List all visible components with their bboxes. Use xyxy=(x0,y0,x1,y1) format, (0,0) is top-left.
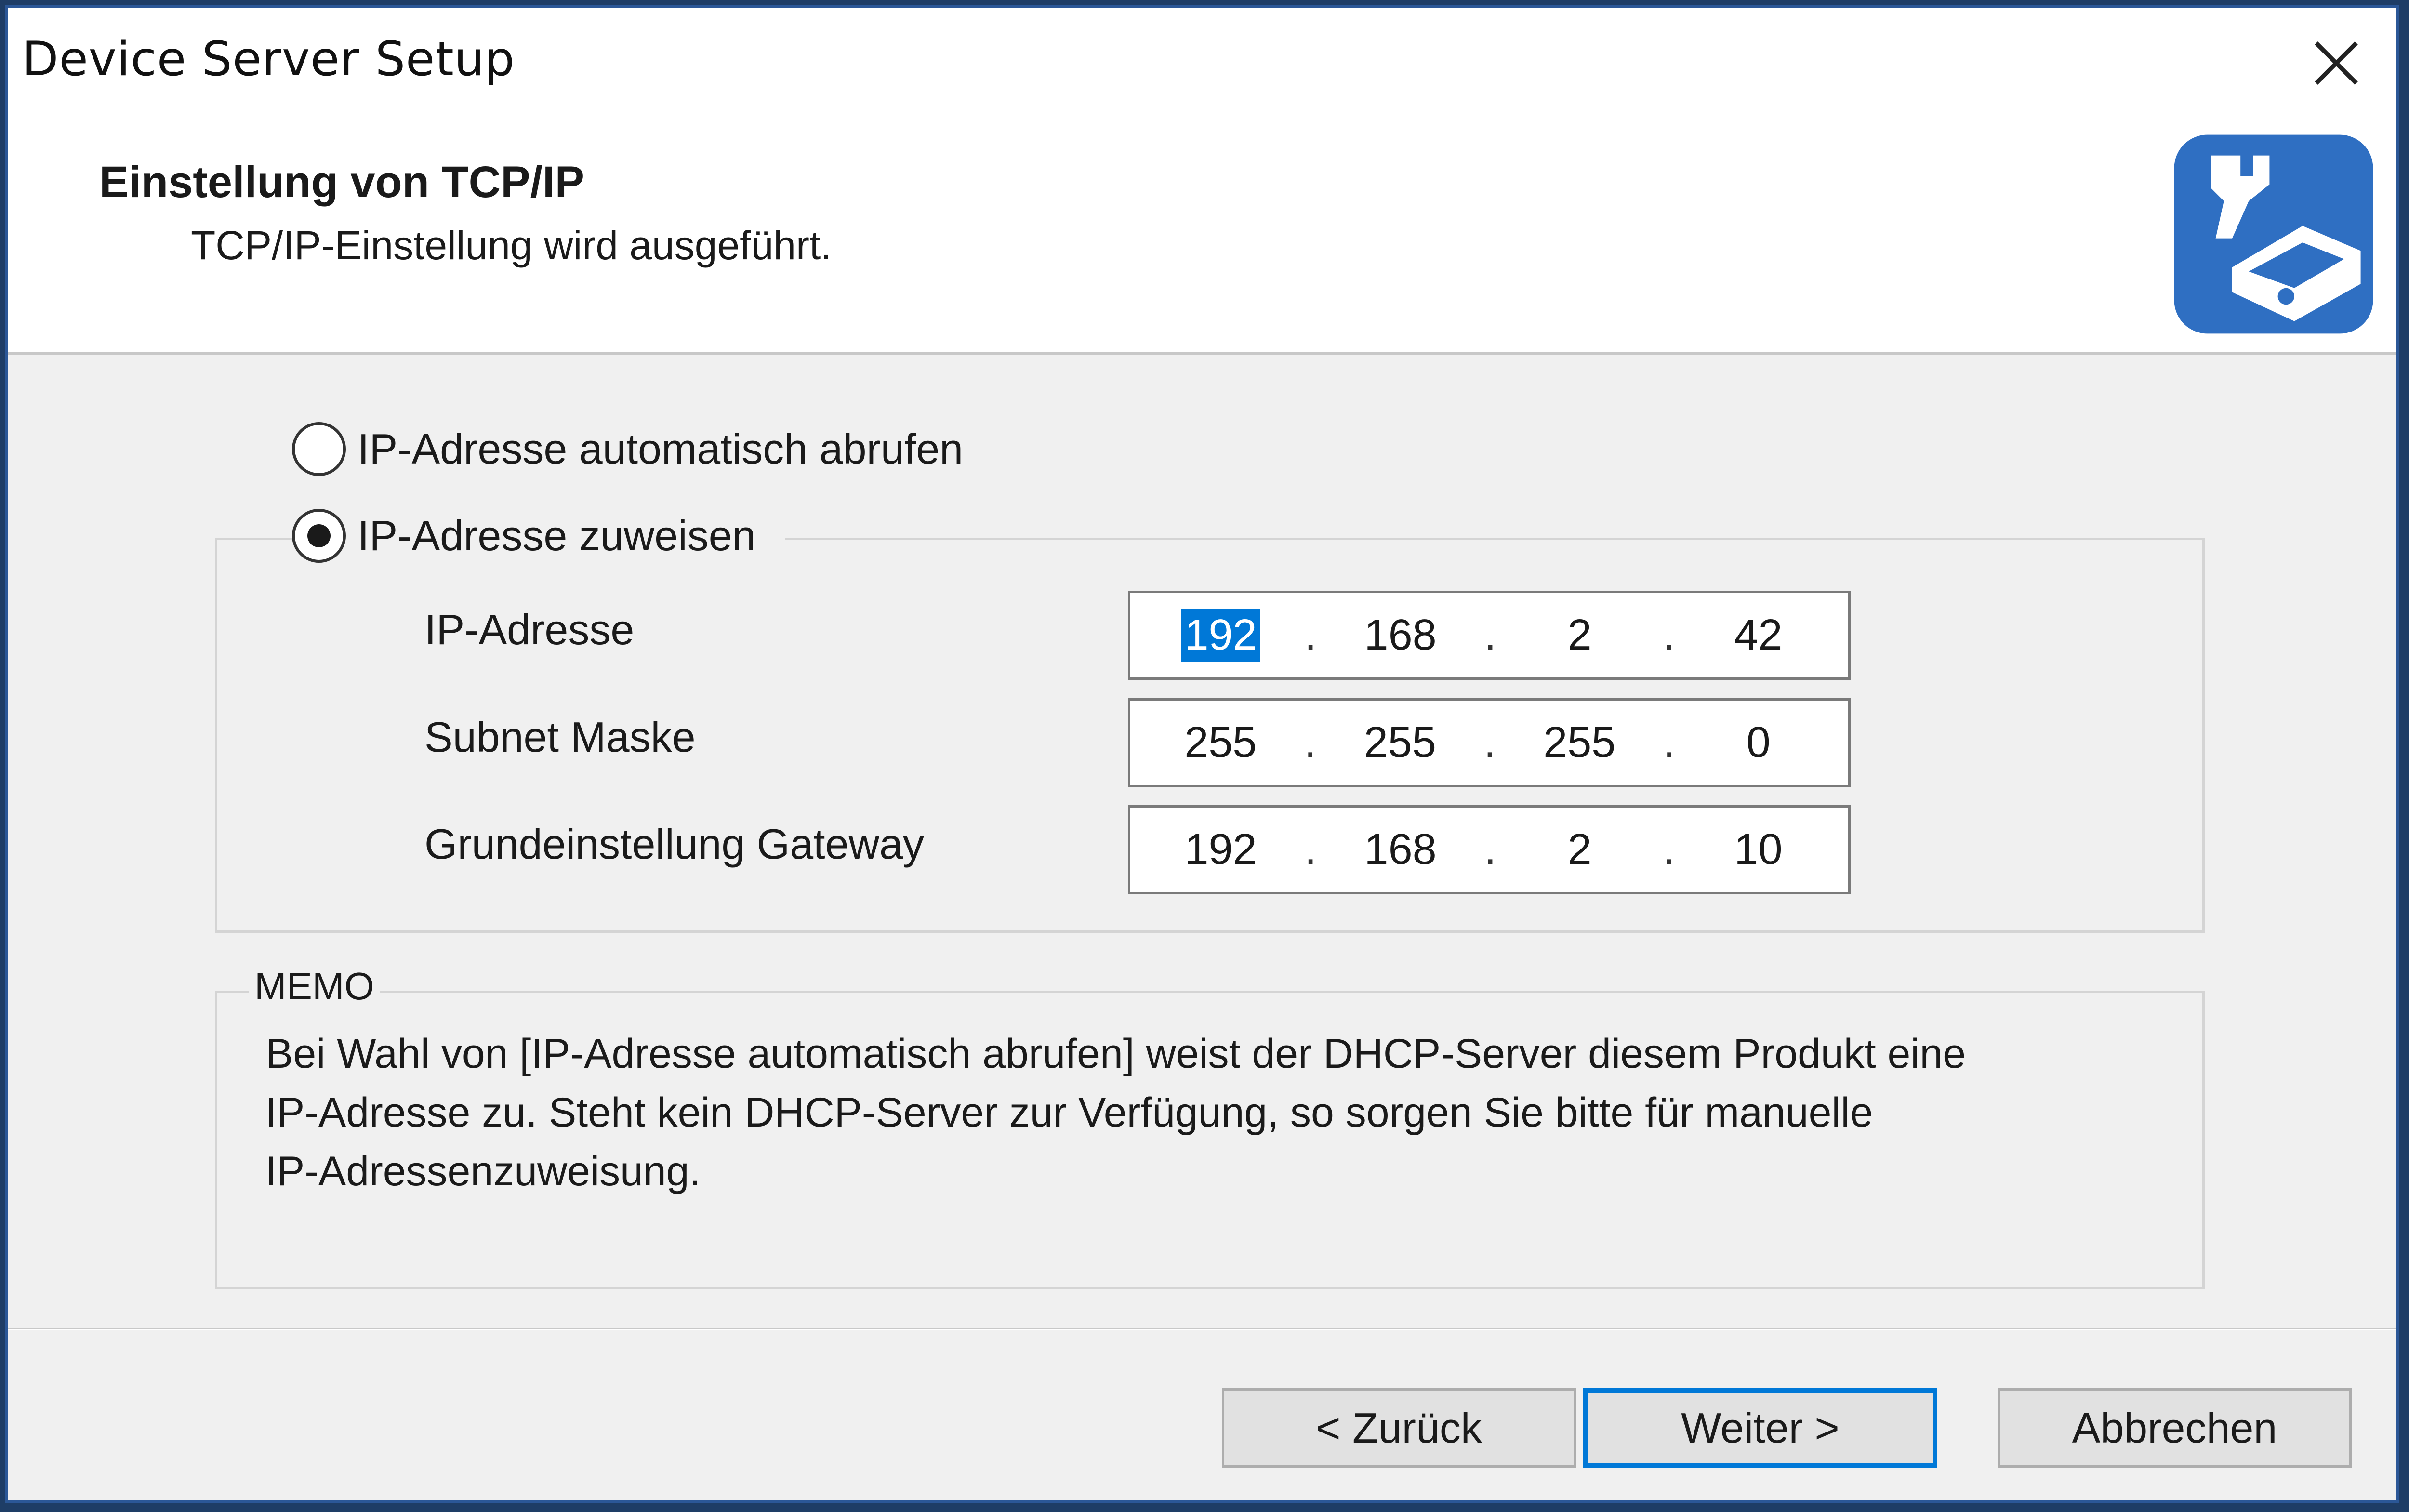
mask-octet-3[interactable]: 255 xyxy=(1540,716,1618,769)
octet-separator: . xyxy=(1483,718,1496,767)
wrench-device-icon xyxy=(2174,134,2373,334)
setup-dialog: Device Server Setup Einstellung von TCP/… xyxy=(5,5,2399,1503)
memo-line: IP-Adresse zu. Steht kein DHCP-Server zu… xyxy=(265,1089,1873,1136)
memo-text: Bei Wahl von [IP-Adresse automatisch abr… xyxy=(265,1024,2144,1201)
memo-line: Bei Wahl von [IP-Adresse automatisch abr… xyxy=(265,1031,1966,1077)
octet-separator: . xyxy=(1663,825,1675,874)
back-button[interactable]: < Zurück xyxy=(1222,1388,1576,1468)
mask-octet-1[interactable]: 255 xyxy=(1181,716,1259,769)
octet-separator: . xyxy=(1484,825,1496,874)
subnet-mask-label: Subnet Maske xyxy=(424,713,696,761)
page-subtitle: TCP/IP-Einstellung wird ausgeführt. xyxy=(191,223,832,268)
gateway-octet-4[interactable]: 10 xyxy=(1720,823,1797,876)
window-title: Device Server Setup xyxy=(22,32,516,87)
next-button[interactable]: Weiter > xyxy=(1583,1388,1937,1468)
radio-auto-ip[interactable]: IP-Adresse automatisch abrufen xyxy=(292,422,963,476)
gateway-octet-1[interactable]: 192 xyxy=(1181,823,1259,876)
mask-octet-4[interactable]: 0 xyxy=(1720,716,1797,769)
radio-auto-label: IP-Adresse automatisch abrufen xyxy=(357,425,964,473)
radio-manual-label: IP-Adresse zuweisen xyxy=(357,512,756,559)
ip-octet-1[interactable]: 192 xyxy=(1181,609,1260,662)
octet-separator: . xyxy=(1663,611,1675,659)
ip-address-input[interactable]: 192 . 168 . 2 . 42 xyxy=(1128,591,1851,680)
gateway-octet-3[interactable]: 2 xyxy=(1541,823,1618,876)
memo-line: IP-Adressenzuweisung. xyxy=(265,1148,701,1194)
page-title: Einstellung von TCP/IP xyxy=(99,158,584,207)
mask-octet-2[interactable]: 255 xyxy=(1361,716,1439,769)
subnet-mask-input[interactable]: 255 . 255 . 255 . 0 xyxy=(1128,698,1851,787)
header-banner: Device Server Setup Einstellung von TCP/… xyxy=(8,8,2396,355)
gateway-input[interactable]: 192 . 168 . 2 . 10 xyxy=(1128,805,1851,894)
cancel-button[interactable]: Abbrechen xyxy=(1998,1388,2352,1468)
footer-divider xyxy=(8,1328,2396,1330)
ip-address-label: IP-Adresse xyxy=(424,606,635,653)
close-icon xyxy=(2315,41,2358,85)
radio-manual-ip[interactable]: IP-Adresse zuweisen xyxy=(292,509,785,563)
octet-separator: . xyxy=(1663,718,1675,767)
memo-legend: MEMO xyxy=(249,964,380,1008)
octet-separator: . xyxy=(1304,825,1317,874)
ip-octet-2[interactable]: 168 xyxy=(1362,609,1440,662)
radio-auto-circle[interactable] xyxy=(292,422,346,476)
radio-manual-circle[interactable] xyxy=(292,509,346,563)
ip-octet-3[interactable]: 2 xyxy=(1541,609,1618,662)
octet-separator: . xyxy=(1484,611,1496,659)
gateway-octet-2[interactable]: 168 xyxy=(1362,823,1440,876)
octet-separator: . xyxy=(1304,718,1317,767)
app-logo xyxy=(2170,131,2377,338)
close-button[interactable] xyxy=(2305,32,2368,94)
octet-separator: . xyxy=(1304,611,1317,659)
ip-octet-4[interactable]: 42 xyxy=(1720,609,1797,662)
gateway-label: Grundeinstellung Gateway xyxy=(424,820,925,868)
